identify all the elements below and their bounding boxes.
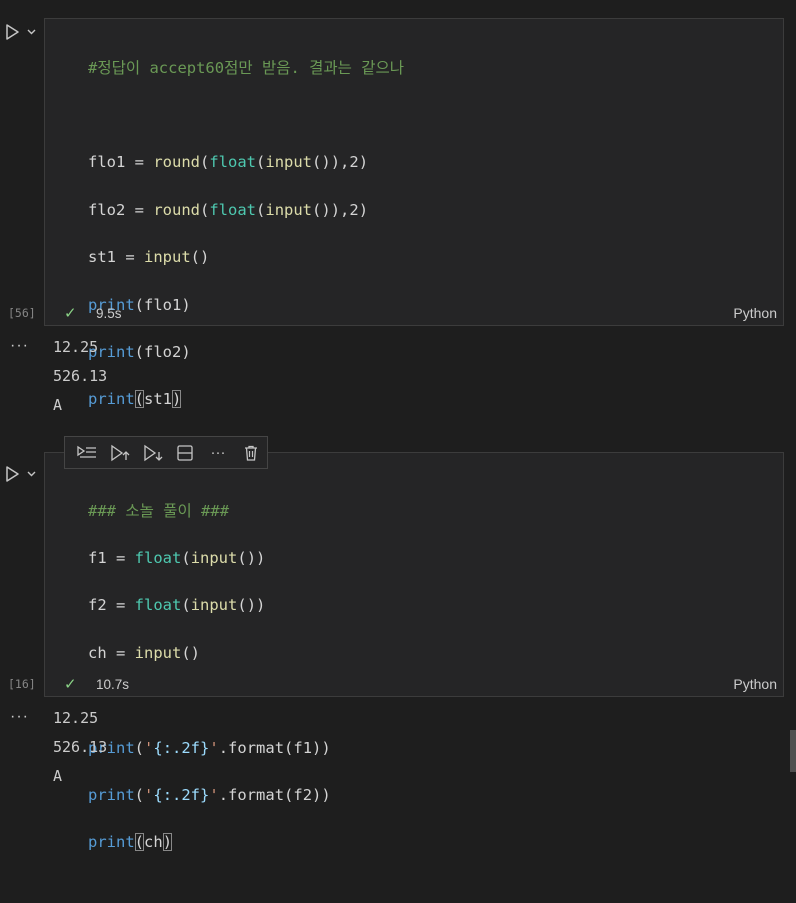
code-line: flo1 = round(float(input()),2) bbox=[88, 153, 369, 172]
code-line: print(ch) bbox=[88, 833, 173, 852]
more-actions-icon[interactable]: ··· bbox=[202, 439, 235, 467]
code-line: print(st1) bbox=[88, 390, 182, 409]
success-check-icon: ✓ bbox=[64, 676, 77, 693]
split-cell-icon[interactable] bbox=[169, 439, 202, 467]
code-cell[interactable]: ### 소놀 풀이 ### f1 = float(input()) f2 = f… bbox=[44, 452, 784, 852]
execution-duration: 9.5s bbox=[96, 305, 122, 321]
code-line: print(flo2) bbox=[88, 343, 191, 362]
execution-count: [56] bbox=[8, 306, 36, 320]
code-line: print('{:.2f}'.format(f2)) bbox=[88, 786, 331, 805]
run-icon bbox=[6, 466, 36, 482]
code-line: ch = input() bbox=[88, 643, 201, 662]
execute-above-icon[interactable] bbox=[104, 439, 137, 467]
output-actions-button[interactable]: ··· bbox=[10, 708, 29, 726]
output-line: 12.25 bbox=[53, 338, 99, 356]
cell-toolbar: ··· bbox=[64, 436, 268, 469]
execution-duration: 10.7s bbox=[96, 676, 130, 692]
code-line: ### 소놀 풀이 ### bbox=[88, 501, 230, 520]
output-line: 526.13 bbox=[53, 738, 108, 756]
language-picker[interactable]: Python bbox=[733, 676, 777, 692]
scrollbar-thumb[interactable] bbox=[790, 730, 796, 772]
code-line: f1 = float(input()) bbox=[88, 549, 266, 568]
output-actions-button[interactable]: ··· bbox=[10, 337, 29, 355]
output-line: 526.13 bbox=[53, 367, 108, 385]
delete-cell-icon[interactable] bbox=[234, 439, 267, 467]
cell-status-bar: ✓ 10.7s Python bbox=[45, 673, 783, 695]
cell-status-bar: ✓ 9.5s Python bbox=[45, 302, 783, 324]
code-line: flo2 = round(float(input()),2) bbox=[88, 200, 369, 219]
code-line: print('{:.2f}'.format(f1)) bbox=[88, 738, 331, 757]
execute-below-icon[interactable] bbox=[136, 439, 169, 467]
output-line: 12.25 bbox=[53, 709, 99, 727]
run-by-line-icon[interactable] bbox=[71, 439, 104, 467]
code-cell[interactable]: #정답이 accept60점만 받음. 결과는 같으나 flo1 = round… bbox=[44, 18, 784, 409]
run-cell-button[interactable] bbox=[4, 463, 42, 485]
output-line: A bbox=[53, 767, 63, 785]
output-line: A bbox=[53, 396, 63, 414]
run-icon bbox=[6, 24, 36, 40]
code-line: st1 = input() bbox=[88, 248, 210, 267]
code-line: #정답이 accept60점만 받음. 결과는 같으나 bbox=[88, 58, 405, 77]
success-check-icon: ✓ bbox=[64, 305, 77, 322]
code-line: f2 = float(input()) bbox=[88, 596, 266, 615]
code-editor[interactable]: #정답이 accept60점만 받음. 결과는 같으나 flo1 = round… bbox=[88, 33, 404, 460]
run-cell-button[interactable] bbox=[4, 21, 42, 43]
execution-count: [16] bbox=[8, 677, 36, 691]
language-picker[interactable]: Python bbox=[733, 305, 777, 321]
